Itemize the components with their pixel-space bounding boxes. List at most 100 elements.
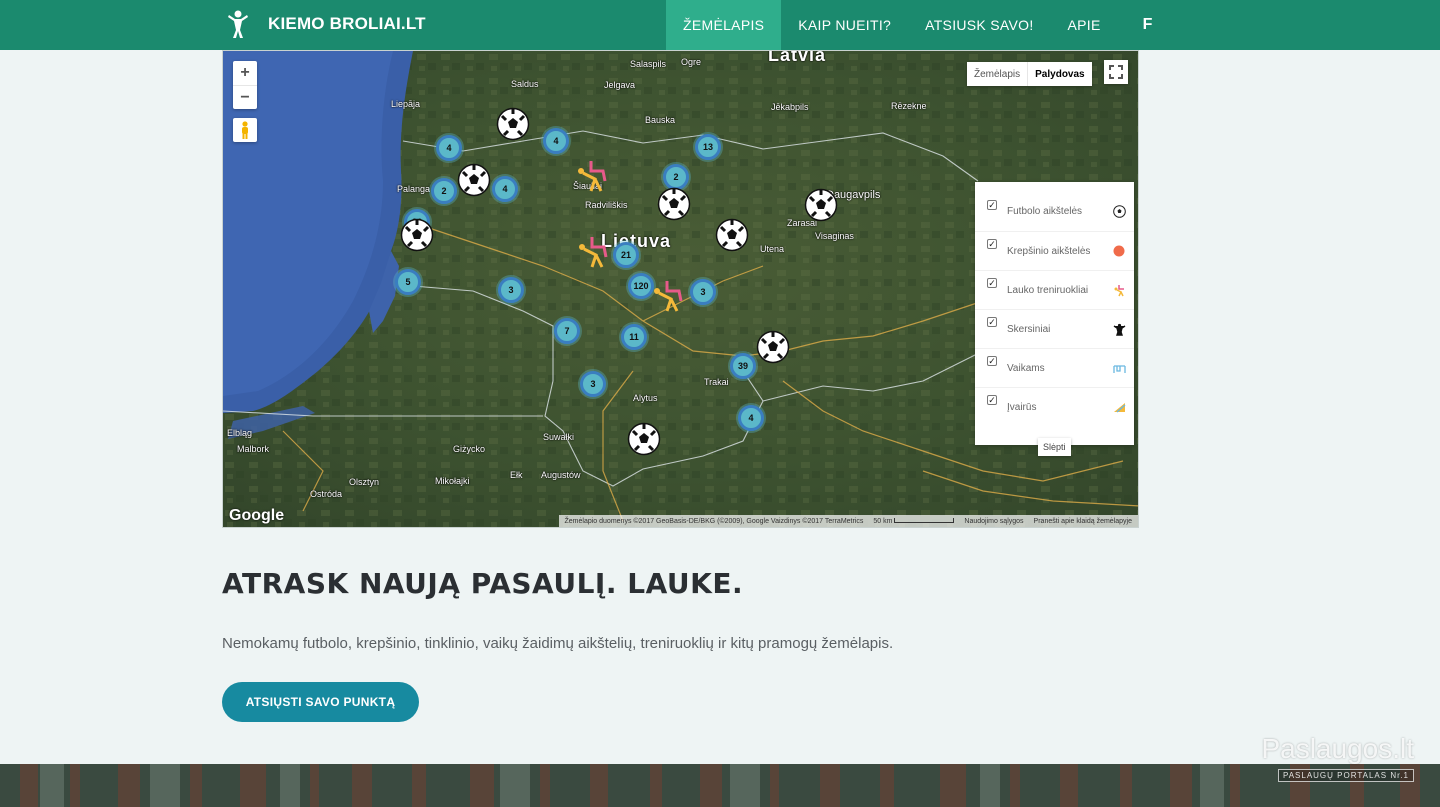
hide-legend-button[interactable]: Slėpti <box>1038 438 1071 456</box>
place-label: Elbląg <box>227 428 253 438</box>
marker-cluster[interactable]: 3 <box>498 277 524 303</box>
watermark-logo: Paslaugos.lt <box>1261 733 1414 764</box>
marker-cluster[interactable]: 3 <box>580 371 606 397</box>
filter-football[interactable]: ✓ Futbolo aikštelės <box>975 192 1134 231</box>
soccer-ball-icon[interactable] <box>657 187 691 221</box>
main-nav: ŽEMĖLAPIS KAIP NUEITI? ATSIUSK SAVO! API… <box>666 0 1178 50</box>
map-view[interactable]: Latvia Lietuva Liepāja Saldus Jelgava Og… <box>222 50 1139 528</box>
page-title: ATRASK NAUJĄ PASAULĮ. LAUKE. <box>222 567 744 600</box>
filter-checkbox[interactable]: ✓ <box>987 199 997 210</box>
map-type-satellite-button[interactable]: Palydovas <box>1027 62 1091 86</box>
nav-item-how-to-get[interactable]: KAIP NUEITI? <box>781 0 908 50</box>
zoom-out-button[interactable]: − <box>233 85 257 109</box>
gym-equipment-icon[interactable] <box>575 157 609 193</box>
soccer-ball-icon[interactable] <box>804 188 838 222</box>
soccer-ball-icon[interactable] <box>627 422 661 456</box>
soccer-ball-icon[interactable] <box>457 163 491 197</box>
place-label: Ostróda <box>310 489 343 499</box>
filter-label: Įvairūs <box>1007 401 1037 413</box>
marker-cluster[interactable]: 13 <box>695 134 721 160</box>
filter-checkbox[interactable]: ✓ <box>987 356 997 366</box>
zoom-in-button[interactable]: + <box>233 61 257 85</box>
place-label: Salaspils <box>630 59 667 69</box>
basketball-icon <box>1112 244 1126 258</box>
scale-bar: 50 km <box>873 518 955 525</box>
map-type-control: Žemėlapis Palydovas <box>967 62 1092 86</box>
filter-checkbox[interactable]: ✓ <box>987 395 997 405</box>
filter-basketball[interactable]: ✓ Krepšinio aikštelės <box>975 231 1134 270</box>
place-label: Mikołajki <box>435 476 470 486</box>
marker-cluster[interactable]: 4 <box>543 128 569 154</box>
top-navbar: KIEMO BROLIAI.LT ŽEMĖLAPIS KAIP NUEITI? … <box>0 0 1440 50</box>
pullup-bar-icon <box>1112 322 1126 336</box>
place-label: Radviliškis <box>585 200 628 210</box>
page-description: Nemokamų futbolo, krepšinio, tinklinio, … <box>222 635 894 652</box>
fullscreen-icon[interactable] <box>1104 60 1128 84</box>
filter-label: Lauko treniruokliai <box>1007 284 1089 296</box>
marker-cluster[interactable]: 3 <box>690 279 716 305</box>
place-label: Malbork <box>237 444 270 454</box>
gym-equipment-icon[interactable] <box>576 233 610 269</box>
place-label: Jelgava <box>604 80 636 90</box>
place-label: Olsztyn <box>349 477 380 487</box>
filter-label: Skersiniai <box>1007 323 1051 335</box>
filter-misc[interactable]: ✓ Įvairūs <box>975 387 1134 426</box>
label-latvia: Latvia <box>768 50 827 65</box>
place-label: Bauska <box>645 115 676 125</box>
place-label: Suwałki <box>543 432 575 442</box>
filter-label: Krepšinio aikštelės <box>1007 245 1091 257</box>
marker-cluster[interactable]: 4 <box>492 176 518 202</box>
soccer-ball-icon[interactable] <box>715 218 749 252</box>
place-label: Jēkabpils <box>771 102 809 112</box>
marker-cluster[interactable]: 11 <box>621 324 647 350</box>
brand-name: KIEMO BROLIAI.LT <box>268 14 426 33</box>
nav-item-about[interactable]: APIE <box>1051 0 1118 50</box>
filter-kids[interactable]: ✓ Vaikams <box>975 348 1134 387</box>
paslaugos-watermark: Paslaugos.lt PASLAUGŲ PORTALAS Nr.1 <box>1261 733 1414 783</box>
marker-cluster[interactable]: 39 <box>730 353 756 379</box>
place-label: Liepāja <box>391 99 421 109</box>
marker-cluster[interactable]: 2 <box>431 178 457 204</box>
terms-link[interactable]: Naudojimo sąlygos <box>964 518 1023 525</box>
filter-label: Futbolo aikštelės <box>1007 206 1083 217</box>
soccer-ball-icon <box>1112 205 1126 219</box>
filter-checkbox[interactable]: ✓ <box>987 317 997 327</box>
gym-equipment-icon[interactable] <box>651 277 685 313</box>
submit-location-button[interactable]: ATSIŲSTI SAVO PUNKTĄ <box>222 682 419 722</box>
place-label: Visaginas <box>815 231 854 241</box>
facebook-icon[interactable]: f <box>1118 0 1178 50</box>
place-label: Augustów <box>541 470 581 480</box>
place-label: Rēzekne <box>891 101 927 111</box>
nav-item-send-yours[interactable]: ATSIUSK SAVO! <box>908 0 1050 50</box>
filter-checkbox[interactable]: ✓ <box>987 278 997 288</box>
marker-cluster[interactable]: 5 <box>395 269 421 295</box>
map-attribution-bar: Žemėlapio duomenys ©2017 GeoBasis-DE/BKG… <box>558 515 1138 527</box>
soccer-ball-icon[interactable] <box>756 330 790 364</box>
zoom-control: + − <box>233 61 257 109</box>
filter-checkbox[interactable]: ✓ <box>987 239 997 249</box>
marker-cluster[interactable]: 7 <box>554 318 580 344</box>
nav-item-map[interactable]: ŽEMĖLAPIS <box>666 0 782 50</box>
gym-equipment-icon <box>1112 283 1126 297</box>
category-filter-panel: ✓ Futbolo aikštelės ✓ Krepšinio aikštelė… <box>975 182 1134 445</box>
marker-cluster[interactable]: 4 <box>436 135 462 161</box>
map-type-map-button[interactable]: Žemėlapis <box>967 62 1027 86</box>
place-label: Ełk <box>510 470 523 480</box>
place-label: Utena <box>760 244 785 254</box>
soccer-ball-icon[interactable] <box>496 107 530 141</box>
place-label: Trakai <box>704 377 729 387</box>
logo-icon <box>228 10 248 38</box>
street-view-pegman-icon[interactable] <box>233 118 257 142</box>
map-data-attribution: Žemėlapio duomenys ©2017 GeoBasis-DE/BKG… <box>564 517 864 525</box>
brand-logo[interactable]: KIEMO BROLIAI.LT <box>222 8 426 40</box>
marker-cluster[interactable]: 21 <box>613 242 639 268</box>
report-error-link[interactable]: Pranešti apie klaidą žemėlapyje <box>1034 518 1132 525</box>
filter-pullup-bars[interactable]: ✓ Skersiniai <box>975 309 1134 348</box>
forest-footer-image <box>0 764 1440 807</box>
misc-icon <box>1112 400 1126 414</box>
soccer-ball-icon[interactable] <box>400 218 434 252</box>
filter-outdoor-gym[interactable]: ✓ Lauko treniruokliai <box>975 270 1134 309</box>
place-label: Ogre <box>681 57 702 67</box>
marker-cluster[interactable]: 4 <box>738 405 764 431</box>
place-label: Saldus <box>511 79 539 89</box>
